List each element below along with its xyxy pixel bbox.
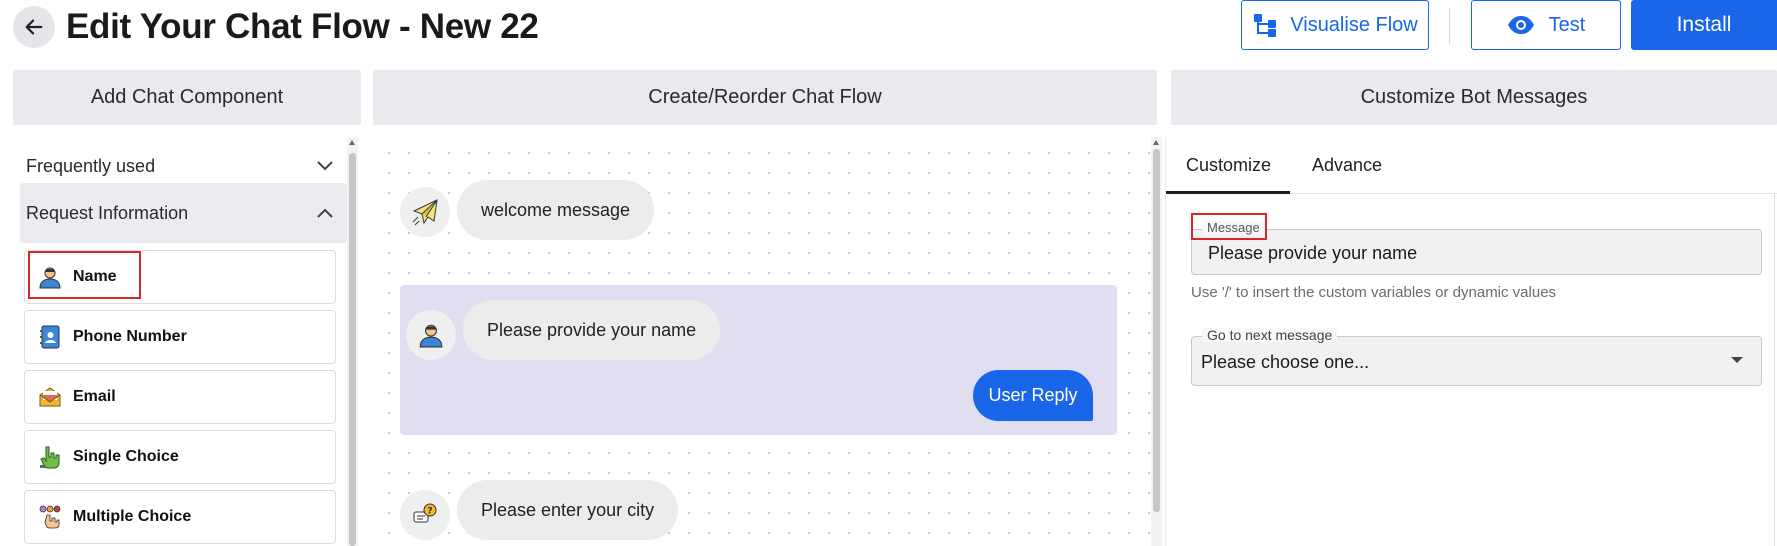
component-name[interactable]: Name: [24, 250, 336, 304]
message-helper-text: Use '/' to insert the custom variables o…: [1191, 284, 1557, 301]
next-message-value: Please choose one...: [1201, 352, 1370, 372]
flow-step-name[interactable]: Please provide your name: [463, 300, 721, 360]
chevron-up-icon: [317, 208, 333, 218]
multi-choice-icon: [37, 504, 63, 530]
next-message-select[interactable]: Go to next message Please choose one...: [1191, 328, 1762, 386]
test-button[interactable]: Test: [1471, 0, 1621, 50]
contact-book-icon: [37, 324, 63, 350]
component-multiple-choice[interactable]: Multiple Choice: [24, 490, 336, 544]
scroll-up-arrow-icon: [349, 140, 355, 145]
component-single-choice[interactable]: Single Choice: [24, 430, 336, 484]
flow-step-city[interactable]: Please enter your city: [457, 480, 679, 540]
visualise-flow-button[interactable]: Visualise Flow: [1241, 0, 1429, 50]
customize-panel-scrollbar[interactable]: [1774, 194, 1775, 546]
flow-canvas-scrollbar[interactable]: [1151, 137, 1162, 546]
scrollbar-thumb[interactable]: [349, 153, 356, 546]
component-email[interactable]: Email: [24, 370, 336, 424]
message-input[interactable]: Message Please provide your name: [1191, 221, 1762, 275]
accordion-request-information[interactable]: Request Information: [20, 183, 347, 243]
component-label: Email: [73, 388, 116, 405]
user-icon: [406, 310, 456, 360]
component-panel: Frequently used Request Information Name…: [13, 137, 361, 546]
component-label: Multiple Choice: [73, 508, 192, 525]
scrollbar-thumb[interactable]: [1153, 149, 1160, 512]
envelope-icon: [37, 384, 63, 410]
create-flow-header: Create/Reorder Chat Flow: [373, 70, 1157, 125]
customize-panel: Customize Advance Message Please provide…: [1165, 137, 1777, 546]
component-label: Name: [73, 268, 117, 285]
paper-plane-icon: [400, 187, 450, 237]
flow-step-welcome[interactable]: welcome message: [457, 180, 655, 240]
svg-text:?: ?: [427, 507, 432, 517]
accordion-label: Frequently used: [26, 155, 156, 176]
active-tab-indicator: [1166, 191, 1290, 194]
question-chat-icon: ?: [400, 490, 450, 540]
message-label: Message: [1202, 221, 1265, 235]
user-icon: [37, 264, 63, 290]
header-divider: [1449, 8, 1450, 44]
component-label: Phone Number: [73, 328, 187, 345]
scroll-up-arrow-icon: [1153, 140, 1159, 145]
tab-customize[interactable]: Customize: [1186, 137, 1271, 194]
arrow-left-icon: [25, 19, 43, 35]
flow-diagram-icon: [1254, 14, 1277, 37]
test-label: Test: [1548, 13, 1586, 36]
back-button[interactable]: [13, 6, 55, 48]
user-reply-button[interactable]: User Reply: [973, 370, 1093, 421]
component-phone-number[interactable]: Phone Number: [24, 310, 336, 364]
message-value: Please provide your name: [1208, 243, 1418, 263]
pointing-hand-icon: [37, 444, 63, 470]
caret-down-icon: [1731, 357, 1743, 363]
customize-messages-header: Customize Bot Messages: [1171, 70, 1777, 125]
next-message-label: Go to next message: [1202, 328, 1338, 342]
add-component-header: Add Chat Component: [13, 70, 361, 125]
tab-advance[interactable]: Advance: [1312, 137, 1382, 194]
customize-tabs: Customize Advance: [1166, 137, 1777, 194]
accordion-label: Request Information: [26, 202, 189, 223]
visualise-flow-label: Visualise Flow: [1290, 13, 1418, 36]
page-title: Edit Your Chat Flow - New 22: [66, 7, 539, 46]
component-panel-scrollbar[interactable]: [347, 137, 358, 546]
eye-icon: [1507, 16, 1534, 34]
chevron-down-icon: [317, 161, 333, 171]
component-label: Single Choice: [73, 448, 179, 465]
install-button[interactable]: Install: [1631, 0, 1777, 50]
